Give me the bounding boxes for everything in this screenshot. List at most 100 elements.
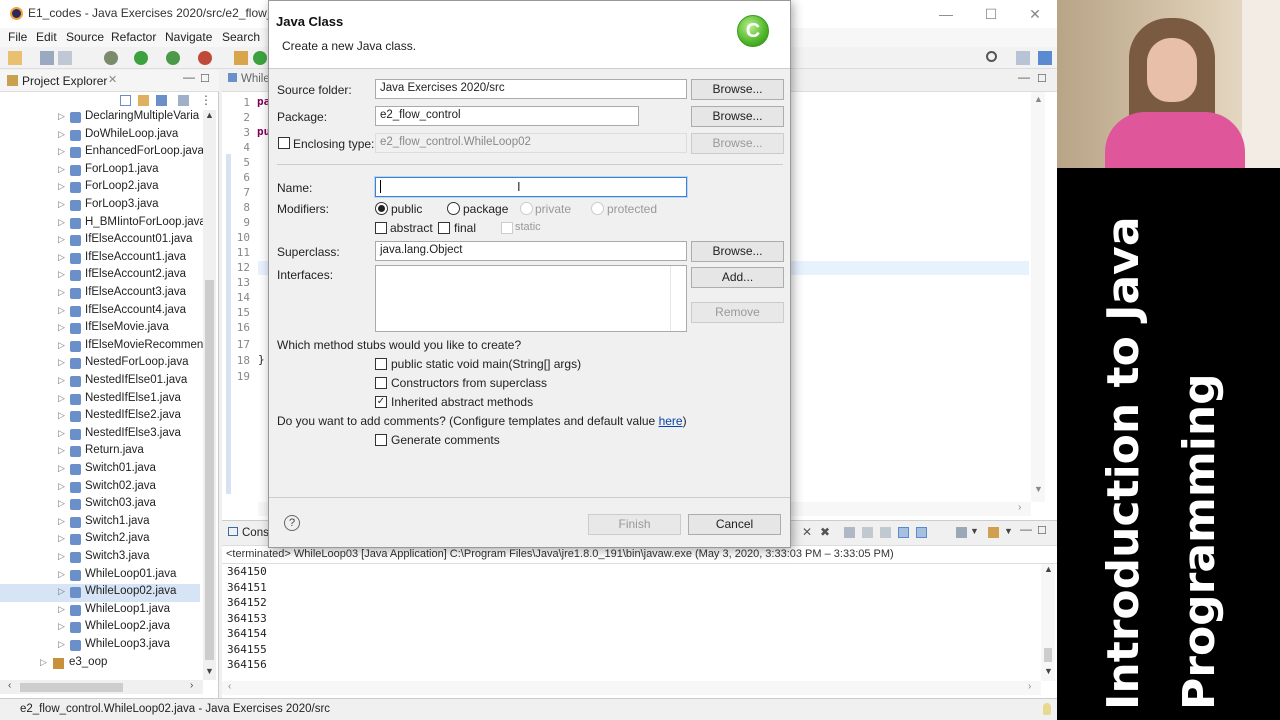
list-item[interactable]: ▷ WhileLoop02.java [0, 584, 200, 602]
display-console-icon[interactable] [956, 527, 967, 538]
source-folder-field[interactable]: Java Exercises 2020/src [375, 79, 687, 99]
help-icon[interactable]: ? [284, 515, 300, 531]
collapse-all-icon[interactable] [120, 95, 131, 106]
editor-tab[interactable]: While [228, 73, 270, 85]
chevron-down-icon[interactable]: ▼ [205, 666, 214, 676]
new-java-project-icon[interactable] [234, 51, 248, 65]
package-radio[interactable] [447, 202, 460, 215]
superclass-field[interactable]: java.lang.Object [375, 241, 687, 261]
coverage-icon[interactable] [166, 51, 180, 65]
chevron-right-icon[interactable]: › [1018, 502, 1021, 513]
view-menu-icon[interactable]: ⋮ [200, 93, 212, 107]
list-item[interactable]: ▷ WhileLoop2.java [0, 619, 200, 637]
menu-source[interactable]: Source [66, 30, 104, 44]
list-item[interactable]: ▷ Return.java [0, 443, 200, 461]
save-icon[interactable] [40, 51, 54, 65]
final-checkbox[interactable] [438, 222, 450, 234]
explorer-tab-title[interactable]: Project Explorer [22, 74, 107, 88]
console-hscrollbar[interactable]: ‹ › [222, 681, 1041, 695]
chevron-right-icon[interactable]: › [190, 680, 193, 691]
link-editor-icon[interactable] [138, 95, 149, 106]
generate-comments-checkbox[interactable] [375, 434, 387, 446]
constructors-checkbox[interactable] [375, 377, 387, 389]
list-item[interactable]: ▷ NestedIfElse2.java [0, 408, 200, 426]
interfaces-list[interactable] [375, 265, 687, 332]
scroll-lock-icon[interactable] [862, 527, 873, 538]
open-perspective-icon[interactable] [1016, 51, 1030, 65]
list-item[interactable]: ▷ IfElseAccount1.java [0, 250, 200, 268]
menu-edit[interactable]: Edit [36, 30, 57, 44]
package-field[interactable]: e2_flow_control [375, 106, 639, 126]
abstract-checkbox[interactable] [375, 222, 387, 234]
remove-launch-icon[interactable]: ✕ [802, 525, 812, 539]
menu-file[interactable]: File [8, 30, 27, 44]
java-perspective-icon[interactable] [1038, 51, 1052, 65]
chevron-down-icon[interactable]: ▼ [1034, 484, 1043, 494]
browse-package-button[interactable]: Browse... [691, 106, 784, 127]
minimize-view-icon[interactable]: — [1018, 70, 1030, 84]
open-console-icon[interactable] [988, 527, 999, 538]
minimize-icon[interactable]: — [934, 4, 958, 24]
list-item[interactable]: ▷ Switch3.java [0, 549, 200, 567]
chevron-down-icon[interactable]: ▼ [970, 526, 979, 536]
list-item[interactable]: ▷ IfElseAccount01.java [0, 232, 200, 250]
hscroll-thumb[interactable] [20, 683, 123, 692]
word-wrap-icon[interactable] [880, 527, 891, 538]
maximize-view-icon[interactable]: ☐ [200, 72, 210, 85]
chevron-left-icon[interactable]: ‹ [228, 681, 231, 692]
run-icon[interactable] [134, 51, 148, 65]
list-item[interactable]: ▷ H_BMIintoForLoop.java [0, 215, 206, 233]
minimize-view-icon[interactable]: — [1020, 522, 1032, 536]
minimize-view-icon[interactable]: — [183, 70, 195, 84]
inherited-methods-checkbox[interactable]: ✓ [375, 396, 387, 408]
chevron-up-icon[interactable]: ▲ [1034, 94, 1043, 104]
focus-icon[interactable] [178, 95, 189, 106]
close-view-icon[interactable]: ✕ [108, 73, 117, 86]
browse-superclass-button[interactable]: Browse... [691, 241, 784, 262]
external-tools-icon[interactable] [198, 51, 212, 65]
add-interface-button[interactable]: Add... [691, 267, 784, 288]
list-item[interactable]: ▷ Switch03.java [0, 496, 200, 514]
list-item[interactable]: ▷ IfElseAccount3.java [0, 285, 200, 303]
list-item[interactable]: ▷ ForLoop2.java [0, 179, 200, 197]
enclosing-type-checkbox[interactable] [278, 137, 290, 149]
list-item[interactable]: ▷ NestedIfElse01.java [0, 373, 200, 391]
pin-console-icon[interactable] [898, 527, 909, 538]
filter-icon[interactable] [156, 95, 167, 106]
maximize-icon[interactable]: ☐ [979, 4, 1003, 24]
list-item[interactable]: ▷ Switch02.java [0, 479, 200, 497]
close-icon[interactable]: ✕ [1023, 4, 1047, 24]
list-item[interactable]: ▷ IfElseMovie.java [0, 320, 200, 338]
chevron-up-icon[interactable]: ▲ [205, 110, 214, 120]
list-item[interactable]: ▷ NestedIfElse1.java [0, 391, 200, 409]
main-method-checkbox[interactable] [375, 358, 387, 370]
configure-templates-link[interactable]: here [659, 414, 683, 428]
list-item[interactable]: ▷ IfElseMovieRecommen [0, 338, 203, 356]
browse-source-folder-button[interactable]: Browse... [691, 79, 784, 100]
chevron-down-icon[interactable]: ▼ [1004, 526, 1013, 536]
search-icon[interactable] [986, 51, 997, 62]
list-item[interactable]: ▷ DeclaringMultipleVaria [0, 109, 200, 127]
show-on-output-icon[interactable] [916, 527, 927, 538]
clear-console-icon[interactable] [844, 527, 855, 538]
list-item[interactable]: ▷ Switch2.java [0, 531, 200, 549]
list-item[interactable]: ▷ Switch01.java [0, 461, 200, 479]
scroll-thumb[interactable] [1044, 648, 1052, 662]
list-item[interactable]: ▷ IfElseAccount4.java [0, 303, 200, 321]
list-item[interactable]: ▷ ForLoop3.java [0, 197, 200, 215]
console-scrollbar[interactable]: ▲ ▼ [1041, 564, 1055, 681]
remove-all-launches-icon[interactable]: ✖ [820, 525, 830, 539]
name-field[interactable] [375, 177, 687, 197]
explorer-hscrollbar[interactable]: ‹ › [0, 680, 203, 694]
maximize-view-icon[interactable]: ☐ [1037, 524, 1047, 537]
list-item[interactable]: ▷ NestedForLoop.java [0, 355, 200, 373]
new-icon[interactable] [8, 51, 22, 65]
chevron-up-icon[interactable]: ▲ [1044, 564, 1053, 574]
new-class-icon[interactable] [253, 51, 267, 65]
list-item[interactable]: ▷ NestedIfElse3.java [0, 426, 200, 444]
menu-navigate[interactable]: Navigate [165, 30, 212, 44]
menu-search[interactable]: Search [222, 30, 260, 44]
cancel-button[interactable]: Cancel [688, 514, 781, 535]
maximize-view-icon[interactable]: ☐ [1037, 72, 1047, 85]
list-item[interactable]: ▷ WhileLoop3.java [0, 637, 200, 655]
